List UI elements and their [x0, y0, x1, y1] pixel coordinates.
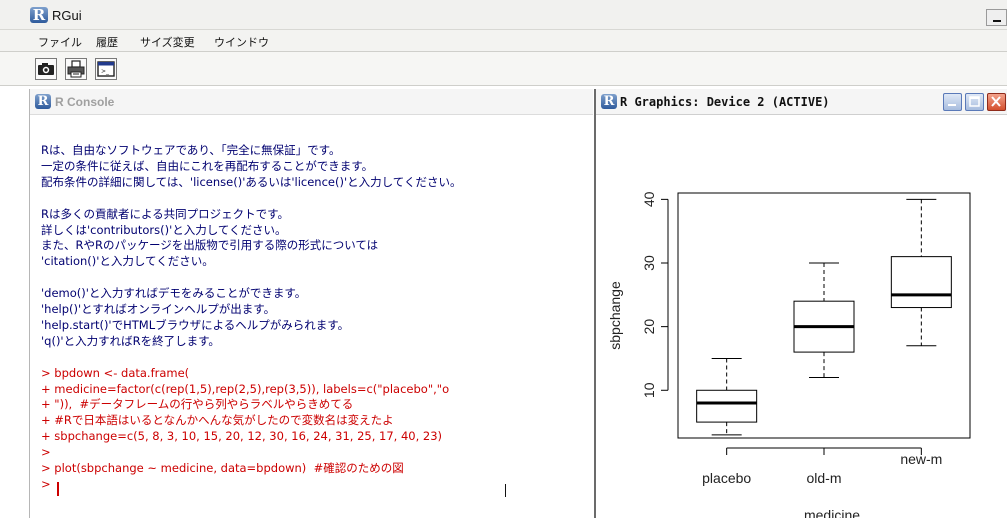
y-axis-label: sbpchange — [607, 281, 623, 350]
minimize-icon — [993, 20, 1001, 22]
console-input-line: > plot(sbpchange ~ medicine, data=bpdown… — [41, 461, 404, 475]
r-console-title-bar[interactable]: R R Console — [30, 89, 593, 115]
new-window-button[interactable]: >_ — [95, 58, 117, 80]
console-input-line: > — [41, 445, 51, 460]
menu-window[interactable]: ウインドウ — [214, 34, 269, 50]
console-output-line: Rは、自由なソフトウェアであり、「完全に無保証」です。 — [41, 143, 341, 157]
x-tick-label: placebo — [702, 470, 751, 486]
box-placebo — [696, 389, 758, 423]
y-tick-label: 30 — [641, 255, 657, 271]
console-input-line: + ")), #データフレームの行やら列やらラベルやらきめてる — [41, 397, 354, 412]
r-console-title: R Console — [55, 95, 115, 109]
r-logo-icon: R — [601, 94, 617, 109]
r-graphics-title-bar[interactable]: R R Graphics: Device 2 (ACTIVE) — [596, 89, 1007, 115]
text-cursor — [57, 482, 59, 496]
menu-file[interactable]: ファイル — [38, 34, 82, 50]
toolbar: >_ — [0, 52, 1007, 86]
console-output-line: Rは多くの貢献者による共同プロジェクトです。 — [41, 206, 289, 221]
menu-history[interactable]: 履歴 — [96, 34, 118, 50]
graphics-close-button[interactable] — [987, 93, 1006, 111]
y-tick-label: 20 — [641, 319, 657, 335]
menu-resize[interactable]: サイズ変更 — [140, 34, 195, 50]
minimize-button[interactable] — [986, 9, 1007, 26]
y-tick-label: 10 — [641, 382, 657, 398]
box-new-m — [890, 256, 952, 309]
x-tick-label: new-m — [900, 451, 942, 467]
y-tick-label: 40 — [641, 191, 657, 207]
console-output-line: 'help.start()'でHTMLブラウザによるヘルプがみられます。 — [41, 317, 350, 332]
console-output-line: 詳しくは'contributors()'と入力してください。 — [41, 222, 287, 237]
copy-bitmap-button[interactable] — [35, 58, 57, 80]
r-graphics-title: R Graphics: Device 2 (ACTIVE) — [620, 95, 830, 109]
console-output-line: 'q()'と入力すればRを終了します。 — [41, 333, 220, 348]
camera-icon — [38, 63, 54, 75]
r-console-window: R R Console Rは、自由なソフトウェアであり、「完全に無保証」です。一… — [29, 89, 593, 518]
app-title-bar: R RGui — [0, 0, 1007, 30]
console-output-line: 一定の条件に従えば、自由にこれを再配布することができます。 — [41, 158, 374, 173]
console-input-line: > bpdown <- data.frame( — [41, 365, 190, 380]
graphics-maximize-button[interactable] — [965, 93, 984, 111]
printer-icon — [67, 60, 85, 78]
r-graphics-window: R R Graphics: Device 2 (ACTIVE) 10 20 30 40… — [594, 89, 1007, 518]
console-output-line: 'help()'とすればオンラインヘルプが出ます。 — [41, 302, 276, 316]
x-axis-label: medicine — [804, 507, 860, 518]
console-input-line: + #Rで日本語はいるとなんかへんな気がしたので変数名は変えたよ — [41, 413, 394, 428]
console-input-line: + medicine=factor(c(rep(1,5),rep(2,5),re… — [41, 381, 450, 396]
minimize-icon — [948, 104, 956, 106]
graphics-minimize-button[interactable] — [943, 93, 962, 111]
console-input-line: + sbpchange=c(5, 8, 3, 10, 15, 20, 12, 3… — [41, 429, 443, 444]
r-logo-icon: R — [30, 7, 48, 23]
console-output-line: また、RやRのパッケージを出版物で引用する際の形式については — [41, 238, 379, 253]
console-output[interactable]: Rは、自由なソフトウェアであり、「完全に無保証」です。 一定の条件に従えば、自由に… — [31, 116, 592, 518]
console-output-line: 配布条件の詳細に関しては、'license()'あるいは'licence()'と… — [41, 174, 462, 189]
boxplot-chart: 10 20 30 40 sbpchange placebo old-m new-m medici… — [607, 191, 971, 518]
svg-text:>_: >_ — [101, 68, 110, 75]
console-output-line: 'citation()'と入力してください。 — [41, 254, 214, 269]
console-input-line: > — [41, 476, 51, 491]
r-logo-icon: R — [35, 94, 51, 109]
console-output-line: 'demo()'と入力すればデモをみることができます。 — [41, 286, 307, 301]
maximize-icon — [969, 96, 980, 107]
window-icon: >_ — [97, 61, 115, 77]
menu-bar: ファイル 履歴 サイズ変更 ウインドウ — [0, 30, 1007, 52]
close-icon — [991, 96, 1001, 107]
print-button[interactable] — [65, 58, 87, 80]
mouse-ibeam-cursor — [505, 484, 506, 497]
app-title: RGui — [52, 8, 82, 23]
x-tick-label: old-m — [806, 470, 841, 486]
